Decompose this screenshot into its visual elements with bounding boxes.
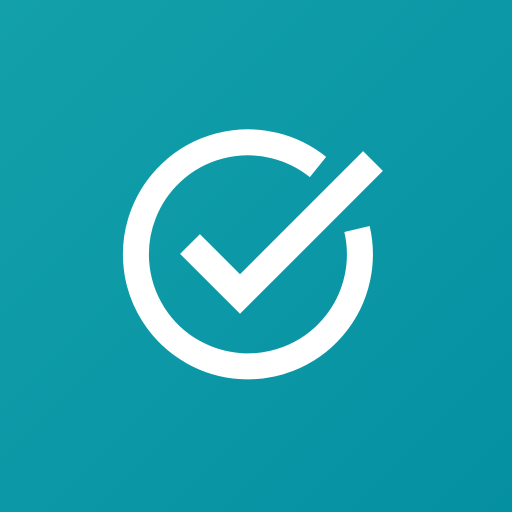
check-circle-icon (122, 129, 383, 380)
circle-ring (122, 129, 373, 380)
app-icon-tile (0, 0, 512, 512)
